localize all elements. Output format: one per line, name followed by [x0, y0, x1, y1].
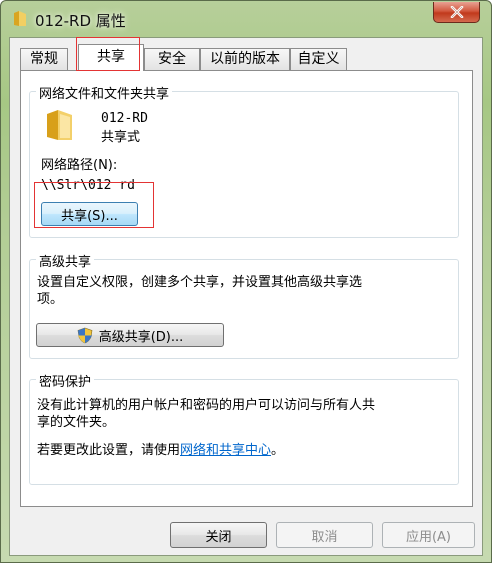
dialog-client-area: 常规 共享 安全 以前的版本 自定义 网络文件和文件夹共享 012-RD 共享式…	[9, 37, 483, 556]
close-icon	[450, 6, 463, 18]
password-description-line1: 没有此计算机的用户帐户和密码的用户可以访问与所有人共	[37, 398, 376, 413]
change-setting-text: 若要更改此设置，请使用网络和共享中心。	[37, 442, 284, 459]
network-share-group: 网络文件和文件夹共享 012-RD 共享式 网络路径(N): \\Slr\012…	[29, 83, 459, 238]
group-label: 网络文件和文件夹共享	[36, 83, 173, 102]
cancel-button[interactable]: 取消	[276, 522, 373, 548]
tab-label: 共享	[97, 49, 125, 65]
network-sharing-center-link[interactable]: 网络和共享中心	[180, 443, 271, 458]
close-button[interactable]: 关闭	[170, 522, 267, 548]
advanced-share-description-line2: 项。	[37, 292, 64, 307]
group-label: 高级共享	[36, 251, 95, 270]
share-button[interactable]: 共享(S)...	[41, 202, 138, 226]
uac-shield-icon	[77, 327, 93, 343]
network-path-label: 网络路径(N):	[41, 158, 118, 173]
tab-general[interactable]: 常规	[20, 48, 68, 70]
title-bar[interactable]: 012-RD 属性	[1, 1, 491, 37]
change-setting-suffix: 。	[271, 443, 285, 458]
button-label: 应用(A)	[405, 529, 452, 545]
window-close-button[interactable]	[433, 2, 480, 23]
tab-security[interactable]: 安全	[144, 48, 200, 70]
password-protection-group: 密码保护 没有此计算机的用户帐户和密码的用户可以访问与所有人共 享的文件夹。 若…	[29, 371, 459, 485]
advanced-share-description-line1: 设置自定义权限，创建多个共享，并设置其他高级共享选	[37, 275, 363, 290]
network-path-value: \\Slr\012 rd	[41, 178, 135, 193]
tab-label: 安全	[158, 51, 186, 67]
apply-button[interactable]: 应用(A)	[382, 522, 475, 548]
folder-name: 012-RD	[101, 111, 148, 126]
advanced-share-group: 高级共享 设置自定义权限，创建多个共享，并设置其他高级共享选 项。 高级共享(D…	[29, 251, 459, 359]
group-label: 密码保护	[36, 371, 95, 390]
change-setting-prefix: 若要更改此设置，请使用	[37, 443, 181, 458]
button-label: 取消	[311, 529, 338, 545]
button-label: 高级共享(D)...	[98, 329, 184, 345]
window-title: 012-RD 属性	[35, 12, 126, 30]
folder-share-status: 共享式	[101, 130, 141, 145]
tab-label: 常规	[30, 51, 58, 67]
password-description-line2: 享的文件夹。	[37, 415, 116, 430]
advanced-share-button[interactable]: 高级共享(D)...	[36, 323, 224, 347]
button-label: 共享(S)...	[61, 208, 118, 224]
properties-window: 012-RD 属性 常规 共享 安全 以前的版本 自定义 网络文件和文件夹共享 …	[0, 0, 492, 563]
tab-label: 以前的版本	[210, 51, 280, 67]
folder-icon	[14, 11, 26, 26]
tab-customize[interactable]: 自定义	[290, 48, 347, 70]
tab-label: 自定义	[297, 51, 340, 67]
sharing-tab-page: 网络文件和文件夹共享 012-RD 共享式 网络路径(N): \\Slr\012…	[20, 70, 473, 507]
tab-previous-versions[interactable]: 以前的版本	[200, 48, 290, 70]
button-label: 关闭	[205, 529, 232, 545]
tab-sharing[interactable]: 共享	[78, 44, 144, 71]
shared-folder-icon	[47, 110, 72, 140]
